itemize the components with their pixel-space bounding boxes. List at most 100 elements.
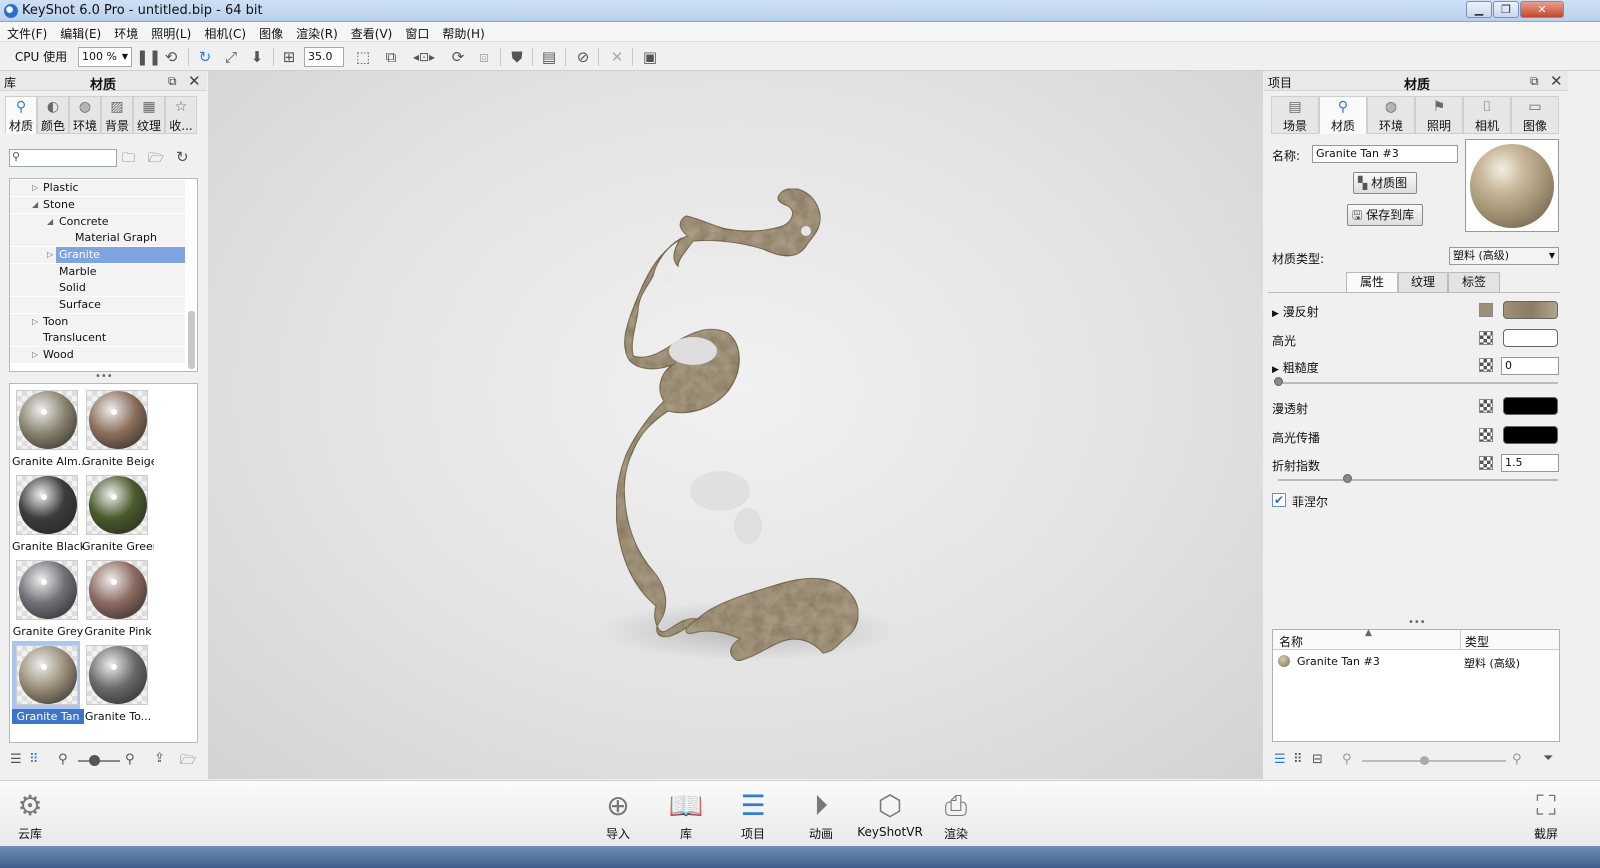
menu-edit[interactable]: 编辑(E) <box>53 22 107 42</box>
list-view-icon[interactable]: ☰ <box>1274 752 1286 767</box>
tab-material[interactable]: ⚲ 材质 <box>1319 96 1367 134</box>
material-thumb[interactable]: Granite Beige <box>82 386 154 469</box>
tree-item-marble[interactable]: Marble <box>10 264 185 280</box>
tree-item-stone[interactable]: ◢ Stone <box>10 197 185 213</box>
keyshotvr-button[interactable]: ⬡ KeyShotVR <box>857 787 923 845</box>
material-thumb[interactable]: Granite Alm... <box>12 386 84 469</box>
save-to-library-button[interactable]: 🖫 保存到库 <box>1347 204 1423 226</box>
menu-camera[interactable]: 相机(C) <box>197 22 252 42</box>
close-button[interactable]: ✕ <box>1520 1 1564 18</box>
menu-render[interactable]: 渲染(R) <box>289 22 344 42</box>
refractive-index-texture-icon[interactable] <box>1479 456 1493 470</box>
camera-switch-icon[interactable]: ◂⊡▸ <box>404 47 444 67</box>
library-search-input[interactable] <box>9 149 117 167</box>
diffuse-color-swatch[interactable] <box>1503 301 1558 319</box>
zoom-out-icon[interactable]: ⚲ <box>58 752 68 767</box>
material-thumb[interactable]: Granite To... <box>82 641 151 724</box>
presentation-icon[interactable]: ▤ <box>538 47 560 67</box>
menu-environment[interactable]: 环境 <box>107 22 144 42</box>
tab-lighting[interactable]: ⚑ 照明 <box>1415 96 1463 134</box>
reset-camera-icon[interactable]: ⟳ <box>447 47 469 67</box>
list-view-icon[interactable]: ☰ <box>10 752 22 767</box>
tree-item-concrete[interactable]: ◢ Concrete <box>10 214 185 230</box>
material-thumb[interactable]: Granite Tan <box>12 641 84 724</box>
fresnel-checkbox[interactable]: ✔ <box>1272 493 1286 507</box>
menu-help[interactable]: 帮助(H) <box>435 22 490 42</box>
tab-favorites[interactable]: ☆ 收... <box>165 96 197 134</box>
import-folder-icon[interactable]: 🗁 <box>148 149 164 171</box>
render-button[interactable]: ⎙ 渲染 <box>926 787 986 845</box>
tab-camera[interactable]: ⌷ 相机 <box>1463 96 1511 134</box>
diffuse-transmission-swatch[interactable] <box>1503 397 1558 415</box>
grid-view-icon[interactable]: ⠿ <box>29 752 39 767</box>
tree-item-plastic[interactable]: ▷ Plastic <box>10 180 185 196</box>
material-type-select[interactable]: 塑料 (高级) ▼ <box>1449 247 1559 265</box>
project-button[interactable]: ☰ 项目 <box>723 787 783 845</box>
thumb-size-knob[interactable] <box>89 755 100 766</box>
roughness-slider[interactable] <box>1278 382 1558 384</box>
camera-target-icon[interactable]: ⧉ <box>380 47 402 67</box>
tab-textures[interactable]: 纹理 <box>1398 272 1448 293</box>
animation-button[interactable]: ⏵ 动画 <box>791 787 851 845</box>
performance-mode-icon[interactable]: ⟲ <box>160 47 182 67</box>
filter-icon[interactable]: ⏷ <box>1543 751 1553 766</box>
undock-icon[interactable]: ⧉ <box>1530 74 1539 89</box>
zoom-out-icon[interactable]: ⚲ <box>1342 752 1352 767</box>
tab-labels[interactable]: 标签 <box>1448 272 1500 293</box>
refractive-index-slider-knob[interactable] <box>1343 474 1352 483</box>
diffuse-label[interactable]: ▶ 漫反射 <box>1272 303 1319 320</box>
shield-icon[interactable]: ⛊ <box>506 47 528 67</box>
tree-item-translucent[interactable]: Translucent <box>10 330 185 346</box>
specular-color-swatch[interactable] <box>1503 329 1558 347</box>
tree-scrollbar[interactable] <box>188 311 195 369</box>
tree-item-surface[interactable]: Surface <box>10 297 185 313</box>
table-row[interactable]: Granite Tan #3 塑料 (高级) <box>1273 652 1559 670</box>
list-size-slider[interactable] <box>1362 760 1506 762</box>
roughness-label[interactable]: ▶ 粗糙度 <box>1272 359 1319 376</box>
roughness-input[interactable]: 0 <box>1501 357 1559 375</box>
roughness-texture-icon[interactable] <box>1479 358 1493 372</box>
tab-colors[interactable]: ◐ 颜色 <box>37 96 69 134</box>
material-thumb[interactable]: Granite Green <box>82 471 154 554</box>
maximize-button[interactable]: ❐ <box>1493 1 1519 18</box>
tree-view-icon[interactable]: ⊟ <box>1312 752 1323 767</box>
tab-properties[interactable]: 属性 <box>1346 272 1398 293</box>
close-panel-icon[interactable]: ✕ <box>188 72 201 90</box>
minimize-button[interactable]: ▁ <box>1466 1 1492 18</box>
library-button[interactable]: 📖 库 <box>656 787 716 845</box>
new-folder-icon[interactable]: 🗀 <box>122 149 135 171</box>
menu-file[interactable]: 文件(F) <box>0 22 53 42</box>
list-size-knob[interactable] <box>1420 756 1429 765</box>
drop-to-ground-icon[interactable]: ⬇ <box>246 47 268 67</box>
tab-backgrounds[interactable]: ▨ 背景 <box>101 96 133 134</box>
zoom-in-icon[interactable]: ⚲ <box>125 752 135 767</box>
tree-item-material-graph[interactable]: Material Graph <box>10 230 185 246</box>
import-button[interactable]: ⊕ 导入 <box>588 787 648 845</box>
refresh-icon[interactable]: ↻ <box>194 47 216 67</box>
splitter-handle[interactable]: ••• <box>95 371 113 382</box>
refractive-index-slider[interactable] <box>1278 479 1558 481</box>
material-graph-button[interactable]: ▚ 材质图 <box>1353 172 1417 194</box>
geometry-view-icon[interactable]: ⊘ <box>572 47 594 67</box>
specular-transmission-texture-icon[interactable] <box>1479 428 1493 442</box>
column-type[interactable]: 类型 <box>1465 633 1489 650</box>
upload-icon[interactable]: ⇪ <box>154 751 165 766</box>
material-thumb[interactable]: Granite Grey <box>12 556 83 639</box>
tab-scene[interactable]: ▤ 场景 <box>1271 96 1319 134</box>
lock-camera-icon[interactable]: ⧈ <box>473 47 495 67</box>
tree-item-granite[interactable]: ▷ Granite <box>10 247 185 263</box>
refractive-index-input[interactable]: 1.5 <box>1501 454 1559 472</box>
material-thumb[interactable]: Granite Black <box>12 471 84 554</box>
script-console-icon[interactable]: ▣ <box>639 47 661 67</box>
diffuse-transmission-texture-icon[interactable] <box>1479 399 1493 413</box>
zoom-in-icon[interactable]: ⚲ <box>1512 752 1522 767</box>
menu-lighting[interactable]: 照明(L) <box>144 22 197 42</box>
field-of-view-input[interactable]: 35.0 <box>304 47 344 67</box>
grid-view-icon[interactable]: ⠿ <box>1293 752 1303 767</box>
splitter-handle[interactable]: ••• <box>1408 617 1426 628</box>
region-render-icon[interactable]: ⬚ <box>352 47 374 67</box>
menu-window[interactable]: 窗口 <box>398 22 435 42</box>
render-viewport[interactable] <box>208 71 1263 779</box>
move-tool-icon[interactable]: ✕ <box>606 47 628 67</box>
cpu-usage-select[interactable]: 100 % ▼ <box>78 47 132 67</box>
